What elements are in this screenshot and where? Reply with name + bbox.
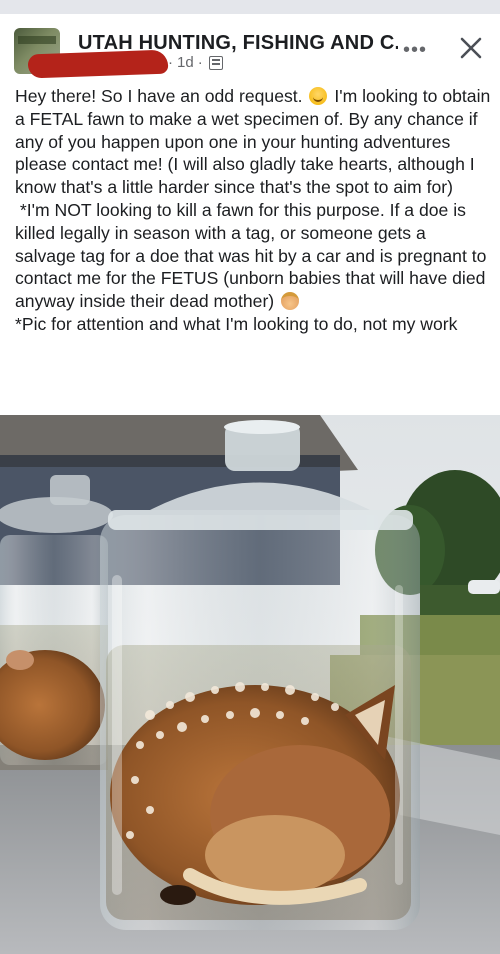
meta-separator: · xyxy=(168,54,173,71)
post-paragraph-1: Hey there! So I have an odd request. I'm… xyxy=(15,85,491,199)
members-icon xyxy=(208,55,223,70)
top-divider xyxy=(0,0,500,14)
meta-separator-2: · xyxy=(197,54,203,71)
post-paragraph-3: *Pic for attention and what I'm looking … xyxy=(15,313,458,334)
close-icon xyxy=(460,37,482,59)
jar-photo-illustration xyxy=(0,415,500,954)
post-header: UTAH HUNTING, FISHING AND C... · 1d · ••… xyxy=(0,14,500,86)
group-name-link[interactable]: UTAH HUNTING, FISHING AND C... xyxy=(78,32,398,55)
post-body: Hey there! So I have an odd request. I'm… xyxy=(15,85,491,336)
post-paragraph-2: *I'm NOT looking to kill a fawn for this… xyxy=(15,199,491,313)
post-text-2: *I'm NOT looking to kill a fawn for this… xyxy=(15,199,487,312)
facepalm-emoji xyxy=(281,292,300,311)
post-photo[interactable] xyxy=(0,415,500,954)
grinning-emoji xyxy=(309,87,328,105)
post-text-1a: Hey there! So I have an odd request. xyxy=(15,86,303,106)
post-meta: · 1d · xyxy=(168,54,223,71)
avatar-detail xyxy=(18,36,56,44)
post-time[interactable]: 1d xyxy=(177,54,194,71)
close-button[interactable] xyxy=(455,32,487,64)
more-options-button[interactable]: ••• xyxy=(400,40,430,60)
